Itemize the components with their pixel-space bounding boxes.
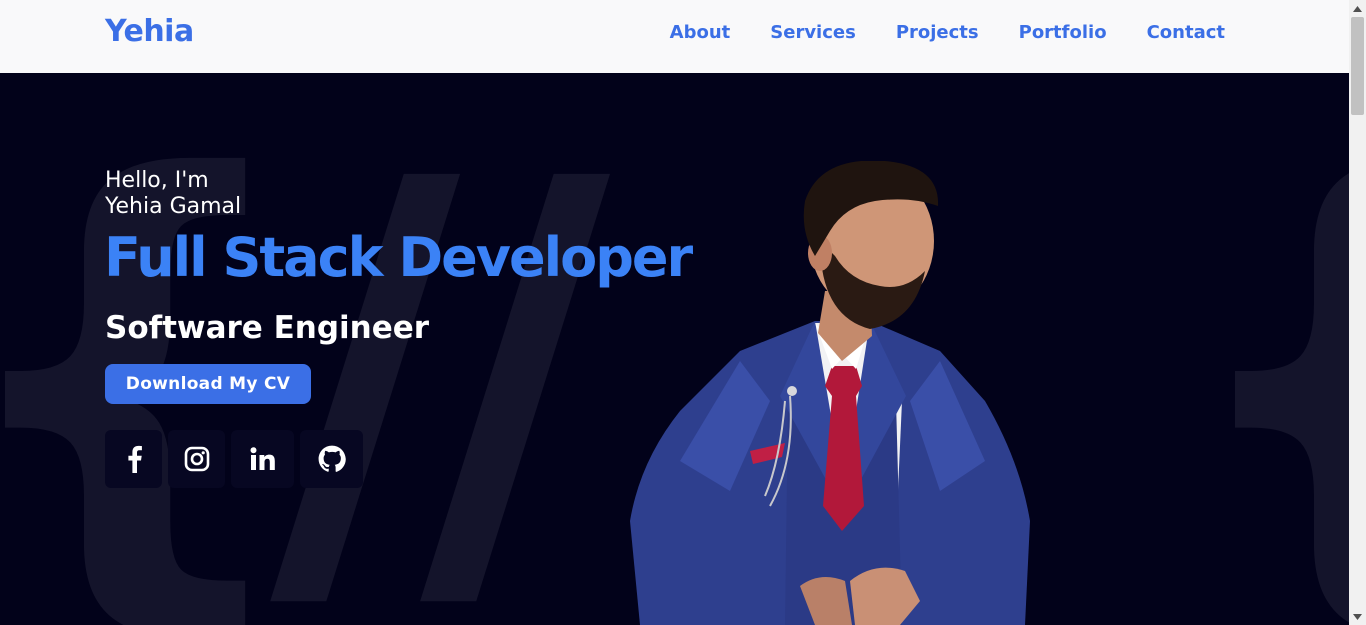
hero-section: {// { Hello, I'm Yehia Gamal Full Stack … — [0, 73, 1349, 625]
hero-subtitle: Software Engineer — [105, 310, 430, 346]
github-icon — [318, 445, 346, 472]
nav-link-portfolio[interactable]: Portfolio — [1019, 22, 1107, 43]
download-cv-button[interactable]: Download My CV — [105, 364, 311, 404]
greeting-hello: Hello, I'm — [105, 168, 209, 193]
facebook-link[interactable] — [105, 430, 162, 488]
github-link[interactable] — [300, 430, 363, 488]
nav-link-contact[interactable]: Contact — [1147, 22, 1225, 43]
scroll-up-arrow-icon[interactable] — [1349, 0, 1366, 17]
main-nav: About Services Projects Portfolio Contac… — [670, 22, 1225, 43]
linkedin-link[interactable] — [231, 430, 294, 488]
instagram-link[interactable] — [168, 430, 225, 488]
greeting: Hello, I'm Yehia Gamal — [105, 168, 241, 220]
scroll-down-arrow-icon[interactable] — [1349, 608, 1366, 625]
greeting-name: Yehia Gamal — [105, 194, 242, 219]
nav-link-projects[interactable]: Projects — [896, 22, 979, 43]
social-links — [105, 430, 363, 488]
instagram-icon — [184, 446, 209, 472]
scrollbar-thumb[interactable] — [1351, 17, 1364, 115]
site-header: Yehia About Services Projects Portfolio … — [0, 0, 1349, 73]
nav-link-services[interactable]: Services — [770, 22, 856, 43]
hero-title: Full Stack Developer — [104, 226, 693, 289]
brand-logo[interactable]: Yehia — [105, 14, 194, 49]
linkedin-icon — [250, 447, 275, 470]
profile-portrait — [630, 161, 1030, 625]
facebook-icon — [127, 445, 142, 473]
nav-link-about[interactable]: About — [670, 22, 731, 43]
background-code-symbol-right: { — [1170, 113, 1349, 625]
page-scrollbar[interactable] — [1349, 0, 1366, 625]
